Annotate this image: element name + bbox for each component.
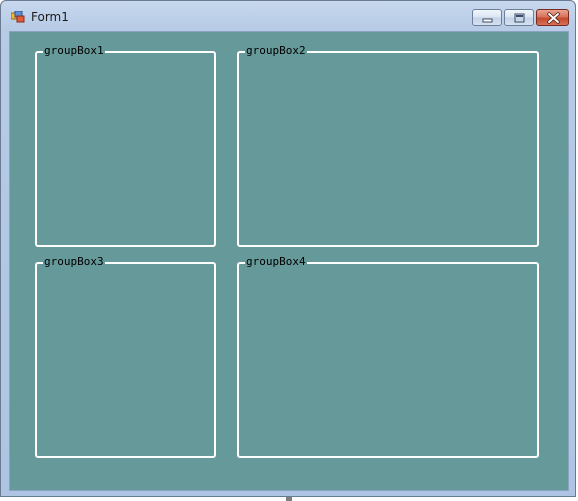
resize-grip[interactable] bbox=[286, 497, 292, 501]
groupbox-3-caption: groupBox3 bbox=[43, 255, 105, 269]
window-title: Form1 bbox=[31, 10, 69, 24]
form-window: Form1 groupBox1 groupBox2 groupBox3 grou… bbox=[0, 0, 576, 497]
groupbox-2-caption: groupBox2 bbox=[245, 44, 307, 58]
title-bar[interactable]: Form1 bbox=[1, 1, 575, 31]
groupbox-1-caption: groupBox1 bbox=[43, 44, 105, 58]
groupbox-4: groupBox4 bbox=[237, 255, 539, 458]
groupbox-4-caption: groupBox4 bbox=[245, 255, 307, 269]
minimize-icon bbox=[482, 18, 493, 23]
minimize-button[interactable] bbox=[472, 9, 502, 26]
maximize-icon bbox=[514, 13, 525, 23]
close-button[interactable] bbox=[536, 9, 569, 26]
close-icon bbox=[547, 12, 560, 24]
form-client-area: groupBox1 groupBox2 groupBox3 groupBox4 bbox=[9, 31, 569, 491]
maximize-button[interactable] bbox=[504, 9, 534, 26]
groupbox-2: groupBox2 bbox=[237, 44, 539, 247]
groupbox-3: groupBox3 bbox=[35, 255, 216, 458]
app-icon bbox=[11, 11, 25, 23]
groupbox-1: groupBox1 bbox=[35, 44, 216, 247]
